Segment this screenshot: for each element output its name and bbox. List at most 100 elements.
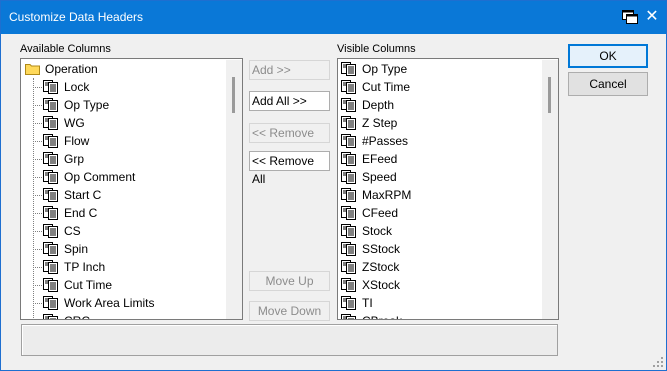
tree-branch-line: [33, 231, 42, 232]
tree-branch-line: [33, 105, 42, 106]
document-icon: [341, 152, 356, 166]
available-item-label: Op Comment: [64, 170, 136, 184]
visible-item[interactable]: EFeed: [338, 150, 542, 168]
tree-root-label: Operation: [45, 62, 98, 76]
visible-scroll-thumb[interactable]: [548, 77, 551, 113]
visible-item[interactable]: TI: [338, 294, 542, 312]
available-columns-tree[interactable]: Operation Lock Op Type WG Flow Grp Op Comment S…: [20, 58, 243, 320]
available-scrollbar[interactable]: [226, 60, 242, 319]
available-columns-label: Available Columns: [20, 43, 111, 55]
visible-item[interactable]: Stock: [338, 222, 542, 240]
visible-item[interactable]: SStock: [338, 240, 542, 258]
document-icon: [341, 170, 356, 184]
visible-item[interactable]: Op Type: [338, 60, 542, 78]
available-item-label: Cut Time: [64, 278, 113, 292]
visible-item[interactable]: Z Step: [338, 114, 542, 132]
visible-item-label: SStock: [362, 242, 401, 256]
document-icon: [43, 170, 58, 184]
visible-item[interactable]: #Passes: [338, 132, 542, 150]
visible-item[interactable]: XStock: [338, 276, 542, 294]
available-item[interactable]: Flow: [21, 132, 226, 150]
remove-button[interactable]: << Remove: [249, 123, 330, 143]
document-icon: [341, 224, 356, 238]
move-down-button[interactable]: Move Down: [249, 301, 330, 321]
document-icon: [43, 98, 58, 112]
document-icon: [43, 278, 58, 292]
document-icon: [43, 296, 58, 310]
visible-columns-list[interactable]: Op Type Cut Time Depth Z Step #Passes EFeed Sp…: [337, 58, 559, 320]
move-up-button[interactable]: Move Up: [249, 271, 330, 291]
visible-item-label: CFeed: [362, 206, 399, 220]
visible-item[interactable]: Speed: [338, 168, 542, 186]
available-item[interactable]: Cut Time: [21, 276, 226, 294]
available-item-label: CRC: [64, 312, 90, 319]
visible-item-label: Stock: [362, 224, 393, 238]
visible-item[interactable]: Depth: [338, 96, 542, 114]
available-item-label: WG: [64, 116, 85, 130]
tree-branch-line: [33, 195, 42, 196]
visible-item[interactable]: MaxRPM: [338, 186, 542, 204]
tree-branch-line: [33, 303, 42, 304]
available-item[interactable]: CS: [21, 222, 226, 240]
document-icon: [341, 98, 356, 112]
document-icon: [43, 188, 58, 202]
add-all-button[interactable]: Add All >>: [249, 91, 330, 111]
available-item-label: Work Area Limits: [64, 296, 155, 310]
available-item[interactable]: Lock: [21, 78, 226, 96]
document-icon: [341, 314, 356, 319]
document-icon: [341, 260, 356, 274]
cancel-button[interactable]: Cancel: [568, 72, 648, 96]
available-item[interactable]: CRC: [21, 312, 226, 319]
available-item-label: End C: [64, 206, 98, 220]
available-item-label: CS: [64, 224, 81, 238]
visible-item[interactable]: CFeed: [338, 204, 542, 222]
document-icon: [341, 278, 356, 292]
document-icon: [341, 134, 356, 148]
tree-branch-line: [33, 177, 42, 178]
document-icon: [43, 206, 58, 220]
tree-branch-line: [33, 159, 42, 160]
visible-item[interactable]: Cut Time: [338, 78, 542, 96]
visible-scrollbar[interactable]: [542, 60, 558, 319]
ok-button[interactable]: OK: [568, 44, 648, 68]
remove-all-button[interactable]: << Remove All: [249, 151, 330, 186]
tree-root-operation[interactable]: Operation: [21, 60, 226, 78]
visible-item-label: Z Step: [362, 116, 398, 130]
available-item[interactable]: End C: [21, 204, 226, 222]
visible-item-label: TI: [362, 296, 373, 310]
available-item-label: Flow: [64, 134, 90, 148]
visible-item-label: CBreak: [362, 312, 402, 319]
available-item[interactable]: Op Comment: [21, 168, 226, 186]
description-box: [21, 324, 558, 356]
available-item[interactable]: WG: [21, 114, 226, 132]
visible-item[interactable]: ZStock: [338, 258, 542, 276]
title-bar[interactable]: Customize Data Headers ✕: [1, 1, 666, 34]
available-item[interactable]: Work Area Limits: [21, 294, 226, 312]
visible-item[interactable]: CBreak: [338, 312, 542, 319]
available-item-label: Start C: [64, 188, 102, 202]
close-icon[interactable]: ✕: [642, 7, 662, 27]
document-icon: [43, 260, 58, 274]
tree-branch-line: [33, 249, 42, 250]
available-scroll-thumb[interactable]: [232, 77, 235, 113]
visible-item-label: EFeed: [362, 152, 398, 166]
available-item[interactable]: Start C: [21, 186, 226, 204]
document-icon: [341, 206, 356, 220]
document-icon: [341, 296, 356, 310]
available-item[interactable]: TP Inch: [21, 258, 226, 276]
available-item[interactable]: Grp: [21, 150, 226, 168]
document-icon: [43, 116, 58, 130]
dialog-title: Customize Data Headers: [9, 10, 144, 24]
document-icon: [43, 134, 58, 148]
resize-grip-icon[interactable]: [652, 356, 664, 368]
visible-item-label: #Passes: [362, 134, 409, 148]
tree-branch-line: [33, 141, 42, 142]
document-icon: [43, 242, 58, 256]
add-button[interactable]: Add >>: [249, 60, 330, 80]
available-item[interactable]: Spin: [21, 240, 226, 258]
window-icon[interactable]: [622, 10, 638, 24]
visible-item-label: Depth: [362, 98, 395, 112]
tree-branch-line: [33, 213, 42, 214]
tree-branch-line: [33, 285, 42, 286]
available-item[interactable]: Op Type: [21, 96, 226, 114]
